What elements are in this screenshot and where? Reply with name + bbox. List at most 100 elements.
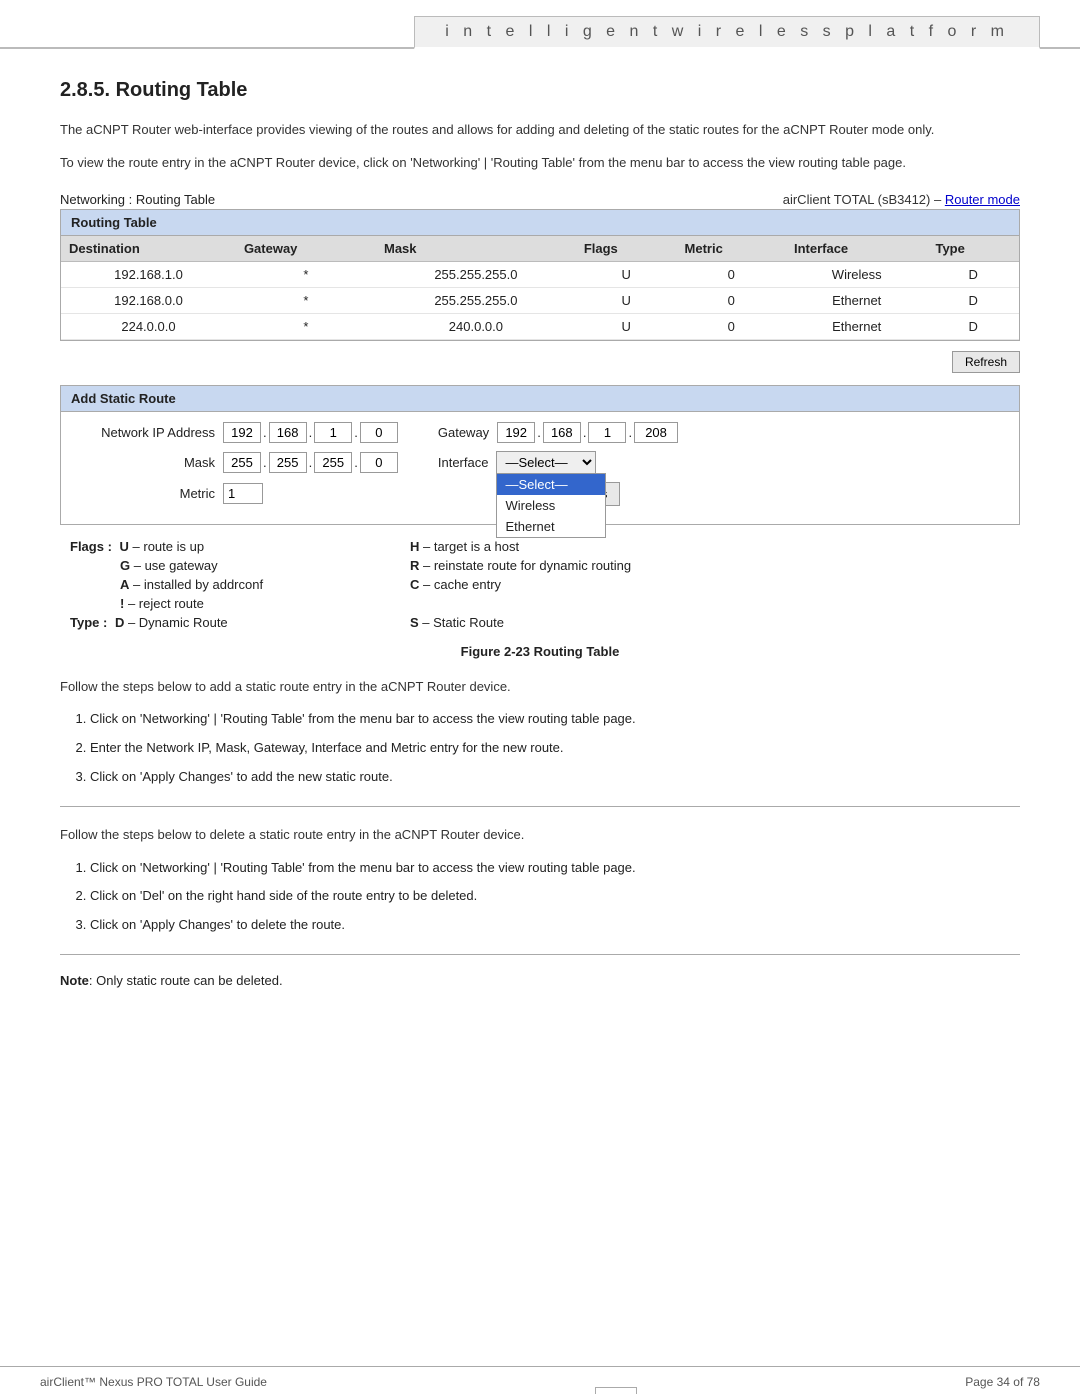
col-destination: Destination (61, 236, 236, 262)
cell-1-1: * (236, 287, 376, 313)
mask-label: Mask (75, 455, 215, 470)
form-row-network-ip: Network IP Address . . . Gateway . (75, 422, 1005, 443)
network-ip-octet-1[interactable] (223, 422, 261, 443)
ip-dot-5: . (583, 425, 587, 440)
cell-1-6: D (927, 287, 1019, 313)
figure-caption: Figure 2-23 Routing Table (60, 644, 1020, 659)
network-ip-octet-4[interactable] (360, 422, 398, 443)
add-step-1: Click on 'Networking' | 'Routing Table' … (90, 709, 1020, 730)
add-steps-list: Click on 'Networking' | 'Routing Table' … (90, 709, 1020, 787)
type-row: Type : D – Dynamic Route S – Static Rout… (70, 615, 1010, 630)
type-d-key: D (115, 615, 124, 630)
gateway-ip-octet-2[interactable] (543, 422, 581, 443)
table-row: 224.0.0.0*240.0.0.0U0EthernetD (61, 313, 1019, 339)
delete-step-1: Click on 'Networking' | 'Routing Table' … (90, 858, 1020, 879)
interface-dropdown-popup[interactable]: —Select— Wireless Ethernet (496, 473, 606, 538)
flag-excl-key: ! (120, 596, 124, 611)
type-title: Type : (70, 615, 107, 630)
dropdown-select-option[interactable]: —Select— (497, 474, 605, 495)
dropdown-wireless-option[interactable]: Wireless (497, 495, 605, 516)
cell-1-5: Ethernet (786, 287, 928, 313)
refresh-row: Refresh (60, 351, 1020, 373)
cell-0-0: 192.168.1.0 (61, 261, 236, 287)
routing-table-box: Routing Table Destination Gateway Mask F… (60, 209, 1020, 341)
cell-1-3: U (576, 287, 677, 313)
page-footer: airClient™ Nexus PRO TOTAL User Guide Pa… (0, 1366, 1080, 1397)
flags-right-3: C – cache entry (410, 577, 1010, 592)
section-title: 2.8.5. Routing Table (60, 79, 1020, 102)
form-row-mask: Mask . . . Interface —Select— Wireles (75, 451, 1005, 474)
cell-2-2: 240.0.0.0 (376, 313, 576, 339)
interface-dropdown-container: —Select— Wireless Ethernet —Select— Wire… (496, 451, 596, 474)
interface-section: Interface —Select— Wireless Ethernet —Se… (438, 451, 597, 474)
flag-c-key: C (410, 577, 419, 592)
cell-1-2: 255.255.255.0 (376, 287, 576, 313)
add-steps-intro: Follow the steps below to add a static r… (60, 677, 1020, 698)
footer-tab (595, 1387, 637, 1394)
gateway-ip-group: . . . (497, 422, 678, 443)
flags-right-4 (410, 596, 1010, 611)
cell-0-5: Wireless (786, 261, 928, 287)
ip-dot-6: . (628, 425, 632, 440)
flag-r-key: R (410, 558, 419, 573)
cell-0-4: 0 (677, 261, 786, 287)
type-left: Type : D – Dynamic Route (70, 615, 410, 630)
table-header-row: Destination Gateway Mask Flags Metric In… (61, 236, 1019, 262)
mask-octet-2[interactable] (269, 452, 307, 473)
footer-left: airClient™ Nexus PRO TOTAL User Guide (40, 1375, 267, 1389)
dropdown-ethernet-option[interactable]: Ethernet (497, 516, 605, 537)
flag-g-key: G (120, 558, 130, 573)
mask-octet-3[interactable] (314, 452, 352, 473)
type-s-key: S (410, 615, 419, 630)
flags-right-1: H – target is a host (410, 539, 1010, 554)
note-row: Note: Only static route can be deleted. (60, 973, 1020, 988)
flags-right-2: R – reinstate route for dynamic routing (410, 558, 1010, 573)
ip-dot-1: . (263, 425, 267, 440)
network-ip-octet-2[interactable] (269, 422, 307, 443)
gateway-ip-octet-3[interactable] (588, 422, 626, 443)
networking-header-row: Networking : Routing Table airClient TOT… (60, 192, 1020, 207)
cell-0-6: D (927, 261, 1019, 287)
ip-dot-2: . (309, 425, 313, 440)
delete-steps-intro: Follow the steps below to delete a stati… (60, 825, 1020, 846)
interface-select[interactable]: —Select— Wireless Ethernet (496, 451, 596, 474)
interface-label: Interface (438, 455, 489, 470)
ip-dot-3: . (354, 425, 358, 440)
air-client-info: airClient TOTAL (sB3412) – Router mode (783, 192, 1020, 207)
cell-2-5: Ethernet (786, 313, 928, 339)
ip-dot-8: . (309, 455, 313, 470)
mask-octet-4[interactable] (360, 452, 398, 473)
main-content: 2.8.5. Routing Table The aCNPT Router we… (0, 49, 1080, 1028)
cell-0-3: U (576, 261, 677, 287)
flag-u-key: U (120, 539, 129, 554)
mask-ip-group: . . . (223, 452, 398, 473)
ip-dot-7: . (263, 455, 267, 470)
gateway-ip-octet-4[interactable] (634, 422, 678, 443)
flags-row-1: Flags : U – route is up H – target is a … (70, 539, 1010, 554)
type-right: S – Static Route (410, 615, 1010, 630)
page-header: i n t e l l i g e n t w i r e l e s s p … (0, 0, 1080, 49)
flag-h-key: H (410, 539, 419, 554)
metric-label: Metric (75, 486, 215, 501)
network-ip-octet-3[interactable] (314, 422, 352, 443)
table-row: 192.168.1.0*255.255.255.0U0WirelessD (61, 261, 1019, 287)
cell-0-1: * (236, 261, 376, 287)
divider-2 (60, 954, 1020, 955)
refresh-button[interactable]: Refresh (952, 351, 1020, 373)
flag-a-key: A (120, 577, 129, 592)
col-metric: Metric (677, 236, 786, 262)
flags-title: Flags : (70, 539, 112, 554)
flags-left-4: ! – reject route (70, 596, 410, 611)
metric-input[interactable] (223, 483, 263, 504)
col-type: Type (927, 236, 1019, 262)
routing-table-title: Routing Table (61, 210, 1019, 236)
gateway-ip-octet-1[interactable] (497, 422, 535, 443)
add-step-2: Enter the Network IP, Mask, Gateway, Int… (90, 738, 1020, 759)
router-mode-link[interactable]: Router mode (945, 192, 1020, 207)
flags-left-2: G – use gateway (70, 558, 410, 573)
static-route-form: Network IP Address . . . Gateway . (61, 412, 1019, 524)
cell-0-2: 255.255.255.0 (376, 261, 576, 287)
cell-2-4: 0 (677, 313, 786, 339)
mask-octet-1[interactable] (223, 452, 261, 473)
gateway-label: Gateway (438, 425, 489, 440)
